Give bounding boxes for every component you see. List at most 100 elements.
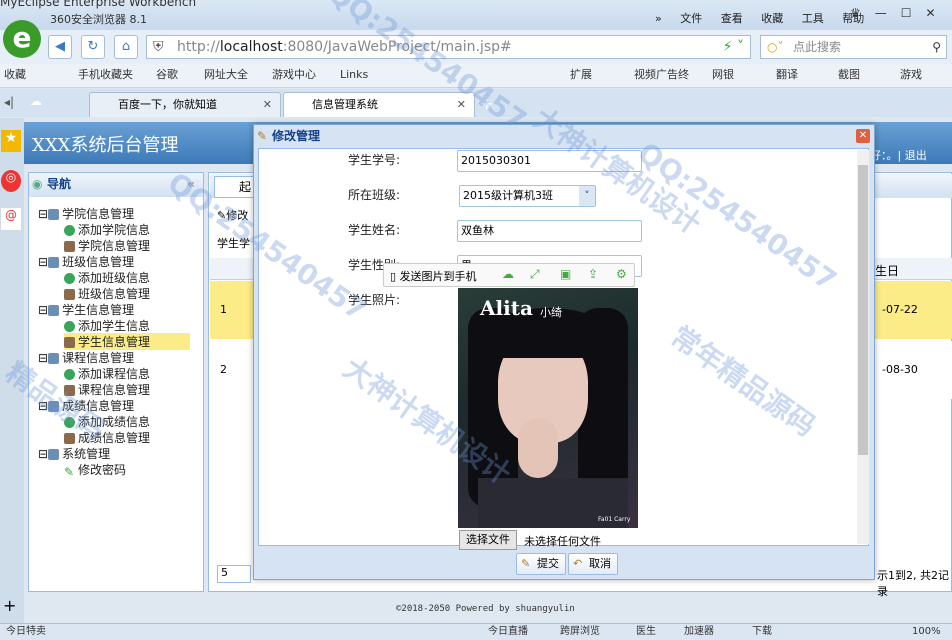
status-doctor[interactable]: 医生 [636,624,656,640]
weibo-icon[interactable]: ◎ [1,170,21,192]
dialog-scroll-thumb[interactable] [858,165,868,455]
search-input[interactable]: ○˅ 点此搜索 ⚲ [760,35,947,59]
chevron-down-icon[interactable]: ˅ [579,186,595,206]
photo-caption: Alita [480,296,533,320]
tree-item[interactable]: 班级信息管理 [64,285,190,302]
student-no-input[interactable]: 2015030301 [457,150,642,172]
menu-view[interactable]: 查看 [721,12,743,25]
status-cross-screen[interactable]: 跨屏浏览 [560,624,600,640]
minimize-button[interactable]: — [875,6,887,20]
share-icon[interactable]: ⇪ [588,267,598,281]
refresh-button[interactable]: ↻ [81,35,105,59]
fav-games[interactable]: 游戏中心 [272,64,316,86]
skin-icon[interactable]: ♛ [850,6,861,20]
tree-item[interactable]: 添加班级信息 [64,269,190,286]
tree-group[interactable]: ⊟ 成绩信息管理 [38,397,134,414]
status-download[interactable]: 下载 [752,624,772,640]
browser-title-bar: MyEclipse Enterprise Workbench 360安全浏览器 … [0,0,952,30]
tree-group[interactable]: ⊟ 课程信息管理 [38,349,134,366]
cloud-save-icon[interactable]: ☁ [502,267,514,281]
status-accelerator[interactable]: 加速器 [684,624,714,640]
close-window-button[interactable]: ✕ [926,6,936,20]
tree-item[interactable]: 成绩信息管理 [64,429,190,446]
row-number: 1 [220,303,227,316]
menu-tools[interactable]: 工具 [802,12,824,25]
tree-group[interactable]: ⊟ 学生信息管理 [38,301,134,318]
status-live[interactable]: 今日直播 [488,624,528,640]
fav-game[interactable]: 游戏 [900,64,922,86]
tree-item[interactable]: 添加成绩信息 [64,413,190,430]
cloud-icon[interactable]: ☁ [30,94,42,108]
maximize-button[interactable]: ☐ [901,6,912,20]
menu-chevron-icon[interactable]: » [655,12,662,25]
fav-google[interactable]: 谷歌 [156,64,178,86]
back-button[interactable]: ◀ [48,35,72,59]
new-tab-button[interactable]: + [480,94,500,114]
tree-collapse-icon[interactable]: ⊟ [38,303,48,317]
sidebar-toggle-icon[interactable]: ◂| [4,95,14,109]
tree-item[interactable]: 添加课程信息 [64,365,190,382]
tree-item[interactable]: 课程信息管理 [64,381,190,398]
url-input[interactable]: ⛨ http://localhost:8080/JavaWebProject/ma… [146,35,751,59]
tree-item[interactable]: 添加学生信息 [64,317,190,334]
fav-video-ad[interactable]: 视频广告终 [634,64,689,86]
page-size-select[interactable]: 5 [217,565,251,583]
fav-screenshot[interactable]: 截图 [838,64,860,86]
menu-file[interactable]: 文件 [680,12,702,25]
tree-collapse-icon[interactable]: ⊟ [38,207,48,221]
tree-group[interactable]: ⊟ 班级信息管理 [38,253,134,270]
lightning-icon[interactable]: ⚡ ˅ [723,36,744,58]
fav-bank[interactable]: 网银 [712,64,734,86]
tree-item[interactable]: ✎ 修改密码 [64,461,190,479]
cancel-icon: ↶ [573,557,583,570]
close-dialog-button[interactable]: ✕ [856,129,870,143]
home-button[interactable]: ⌂ [114,35,138,59]
status-sale[interactable]: 今日特卖 [6,624,46,640]
submit-button[interactable]: ✎ 提交 [516,553,566,575]
tab-baidu[interactable]: 百度一下，你就知道 ✕ [89,92,281,117]
search-icon[interactable]: ⚲ [932,36,941,58]
close-tab-icon[interactable]: ✕ [457,93,466,116]
nav-icon: ◉ [32,177,43,191]
user-icon [64,289,75,300]
fav-extension[interactable]: 扩展 [570,64,592,86]
tree-group[interactable]: ⊟ 学院信息管理 [38,205,134,222]
fav-mobile[interactable]: 手机收藏夹 [78,64,133,86]
fav-links[interactable]: Links [340,64,368,86]
tree-collapse-icon[interactable]: ⊟ [38,399,48,413]
tab-info-system[interactable]: 信息管理系统 ✕ [283,92,475,117]
tree-item[interactable]: 学生信息管理 [64,333,190,350]
tree-collapse-icon[interactable]: ⊟ [38,255,48,269]
name-input[interactable]: 双鱼林 [457,220,642,242]
class-select[interactable]: 2015级计算机3班 ˅ [459,185,596,207]
tree-item[interactable]: 添加学院信息 [64,221,190,238]
star-icon[interactable]: ★ [1,130,21,152]
edit-toolbar-button[interactable]: ✎修改 [217,207,248,223]
header-user-links[interactable]: 好：。| 退出 [870,147,927,163]
expand-icon[interactable]: ⤢ [530,267,540,282]
favorites-bar: 收藏 手机收藏夹 谷歌 网址大全 游戏中心 Links 扩展 视频广告终 网银 … [0,64,952,88]
tab-info-label: 信息管理系统 [312,98,378,111]
fav-translate[interactable]: 翻译 [776,64,798,86]
fav-nav[interactable]: 网址大全 [204,64,248,86]
close-tab-icon[interactable]: ✕ [263,93,272,116]
row-number: 2 [220,363,227,376]
settings-icon[interactable]: ⚙ [616,267,627,281]
tree-collapse-icon[interactable]: ⊟ [38,447,48,461]
choose-file-button[interactable]: 选择文件 [459,530,517,550]
cancel-button[interactable]: ↶ 取消 [568,553,618,575]
mail-icon[interactable]: @ [1,208,21,230]
fav-collect[interactable]: 收藏 [4,64,26,86]
add-panel-icon[interactable]: + [3,596,16,615]
tree-item[interactable]: 学院信息管理 [64,237,190,254]
send-to-phone-button[interactable]: ▯ 发送图片到手机 [390,268,477,284]
search-engine-icon[interactable]: ○˅ [767,36,783,58]
tree-collapse-icon[interactable]: ⊟ [38,351,48,365]
user-icon [64,433,75,444]
menu-favorites[interactable]: 收藏 [761,12,783,25]
tree-group[interactable]: ⊟ 系统管理 [38,445,110,462]
submit-icon: ✎ [521,557,531,570]
collapse-icon[interactable]: « [187,173,195,195]
save-icon[interactable]: ▣ [560,267,571,281]
zoom-level[interactable]: 100% [912,624,941,640]
